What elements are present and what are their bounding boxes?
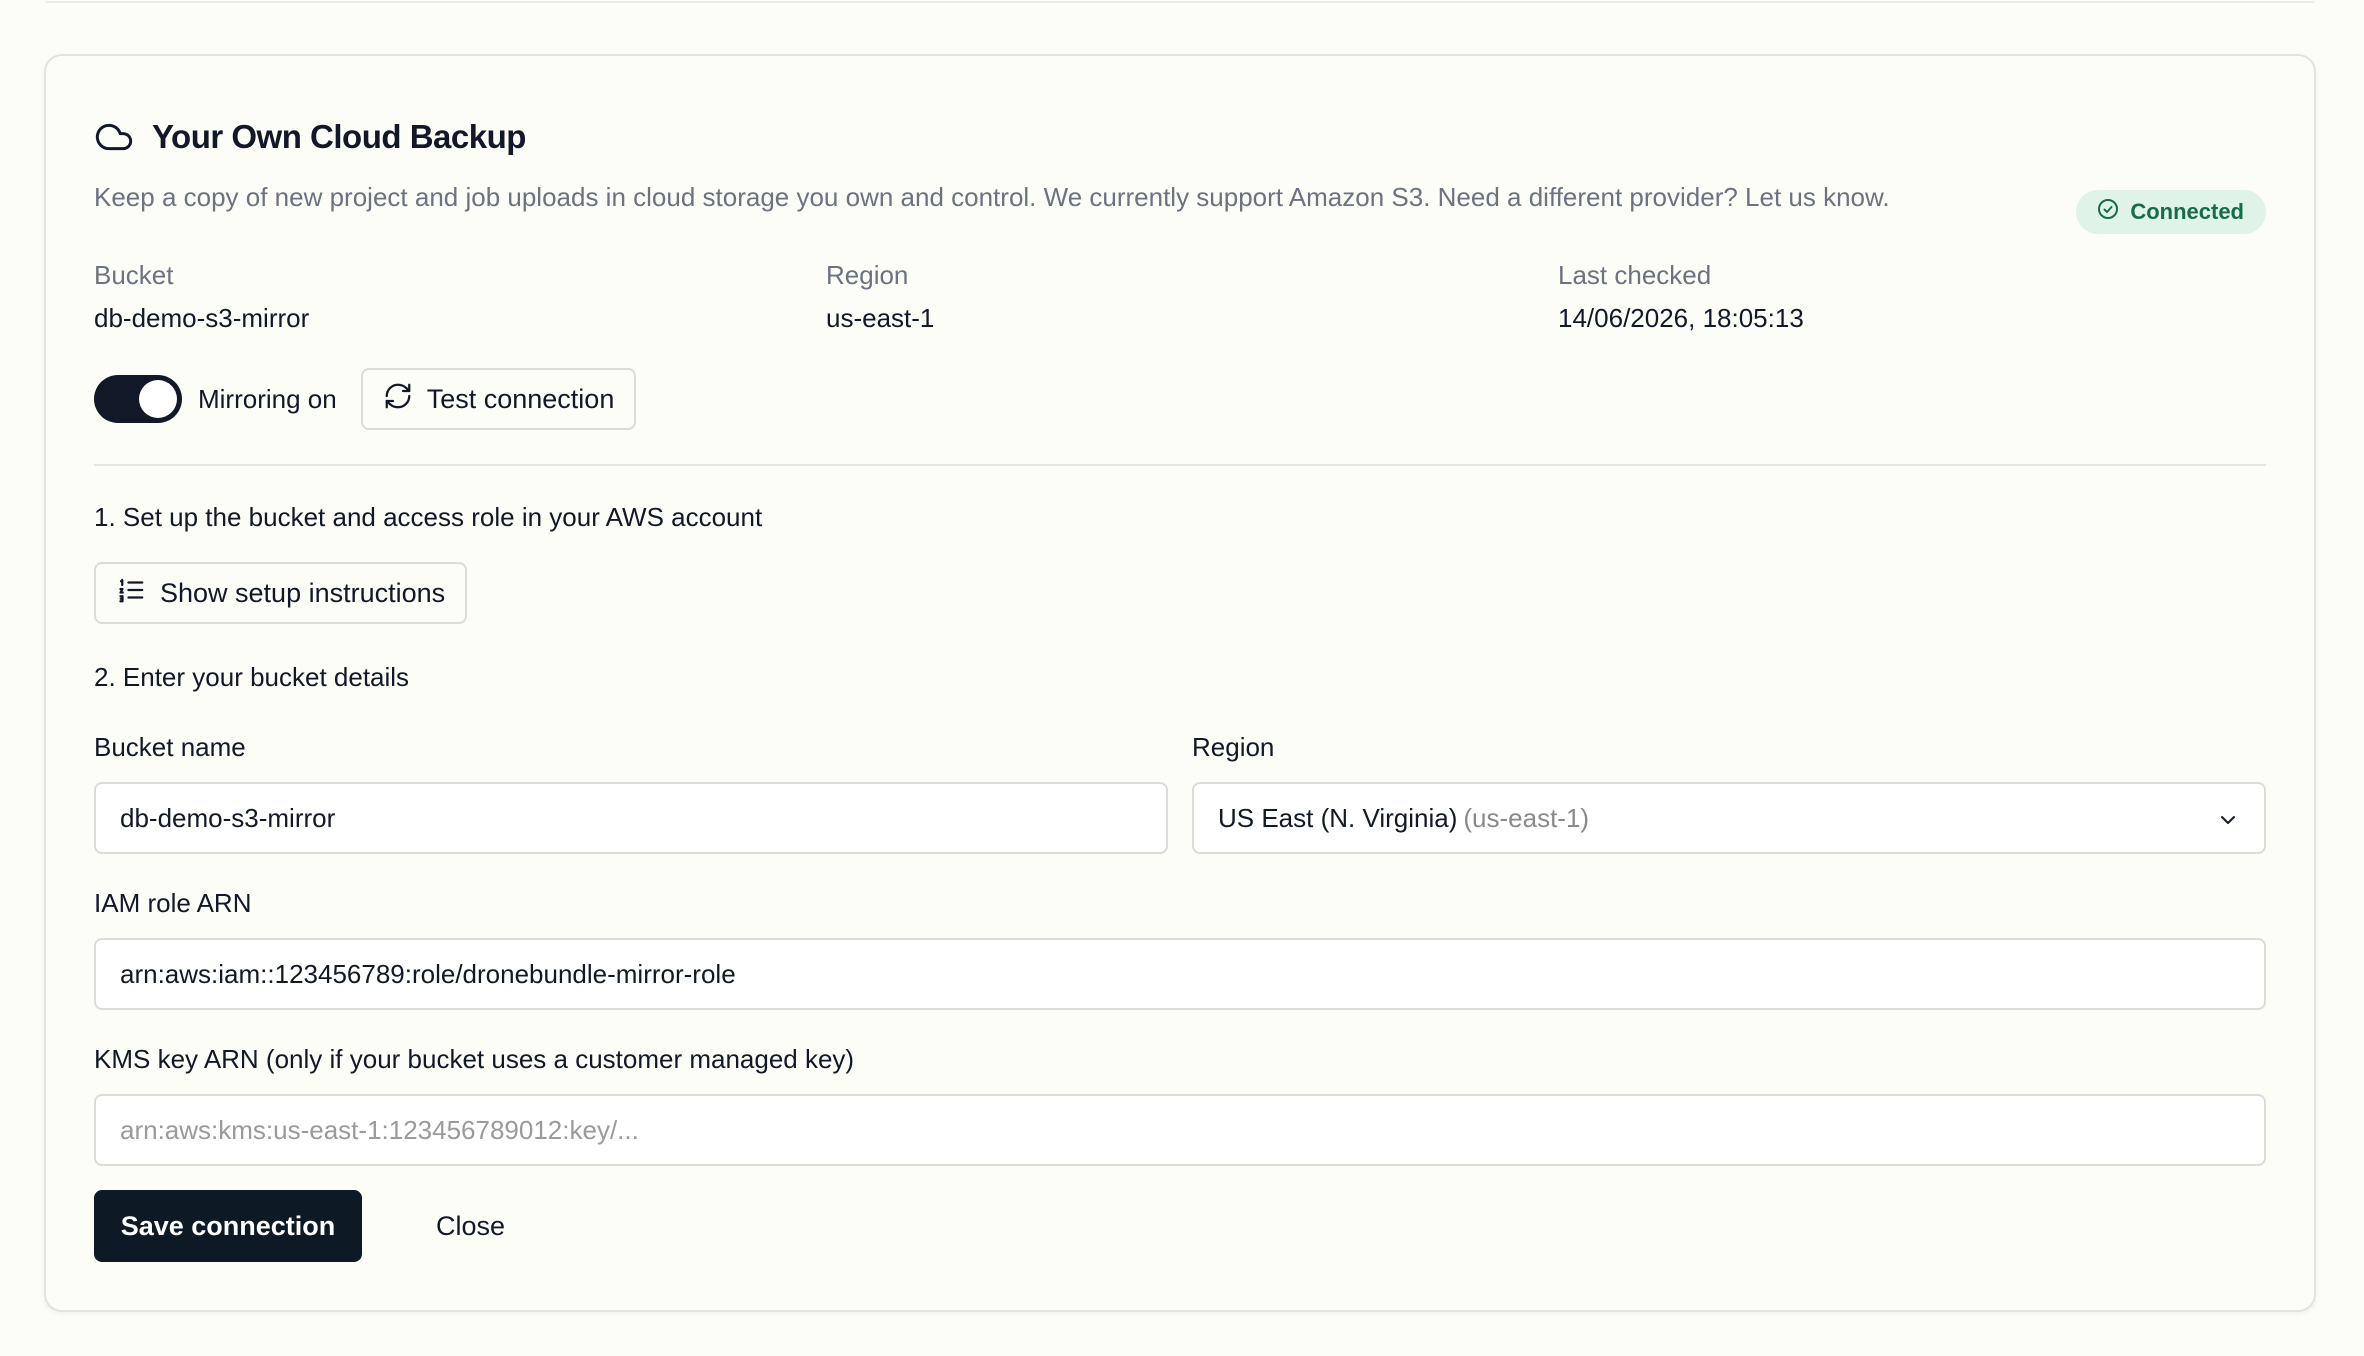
show-setup-instructions-label: Show setup instructions: [160, 577, 446, 608]
step2-heading: 2. Enter your bucket details: [94, 662, 410, 692]
summary-bucket-label: Bucket: [94, 260, 174, 290]
connection-actions: Mirroring on Test connection: [94, 368, 637, 430]
region-selected-name: US East (N. Virginia): [1218, 802, 1458, 833]
bucket-name-label: Bucket name: [94, 732, 246, 762]
summary-region: Region us-east-1: [826, 260, 934, 334]
kms-key-label: KMS key ARN (only if your bucket uses a …: [94, 1044, 855, 1074]
summary-bucket: Bucket db-demo-s3-mirror: [94, 260, 309, 334]
status-badge-label: Connected: [2130, 199, 2244, 224]
bucket-name-input[interactable]: db-demo-s3-mirror: [94, 782, 1168, 854]
summary-last-checked-value: 14/06/2026, 18:05:13: [1558, 303, 1804, 333]
kms-key-placeholder: arn:aws:kms:us-east-1:123456789012:key/.…: [120, 1114, 639, 1145]
card-title: Your Own Cloud Backup: [152, 118, 526, 155]
region-label: Region: [1192, 732, 1275, 762]
mirroring-toggle[interactable]: [94, 375, 182, 423]
summary-region-label: Region: [826, 260, 909, 290]
iam-role-input[interactable]: arn:aws:iam::123456789:role/dronebundle-…: [94, 938, 2266, 1010]
region-selected-code: (us-east-1): [1463, 802, 1590, 833]
summary-last-checked: Last checked 14/06/2026, 18:05:13: [1558, 260, 1804, 334]
cloud-backup-card: Your Own Cloud Backup Keep a copy of new…: [44, 54, 2316, 1312]
region-select[interactable]: US East (N. Virginia) (us-east-1): [1192, 782, 2266, 854]
summary-bucket-value: db-demo-s3-mirror: [94, 303, 310, 333]
chevron-down-icon: [2216, 808, 2240, 839]
cloud-icon: [94, 117, 134, 157]
iam-role-label: IAM role ARN: [94, 888, 252, 918]
iam-role-value: arn:aws:iam::123456789:role/dronebundle-…: [120, 958, 736, 989]
connection-summary: Bucket db-demo-s3-mirror Region us-east-…: [94, 260, 2266, 340]
title-row: Your Own Cloud Backup: [94, 112, 2266, 162]
step1-heading: 1. Set up the bucket and access role in …: [94, 502, 763, 532]
mirroring-label: Mirroring on: [198, 383, 337, 414]
card-description: Keep a copy of new project and job uploa…: [94, 182, 1890, 212]
check-circle-icon: [2096, 197, 2120, 227]
show-setup-instructions-button[interactable]: Show setup instructions: [94, 562, 468, 624]
close-button[interactable]: Close: [416, 1190, 525, 1262]
summary-region-value: us-east-1: [826, 303, 935, 333]
save-connection-button[interactable]: Save connection: [94, 1190, 362, 1262]
bucket-name-value: db-demo-s3-mirror: [120, 802, 336, 833]
test-connection-label: Test connection: [426, 383, 615, 414]
status-badge: Connected: [2076, 190, 2266, 234]
summary-last-checked-label: Last checked: [1558, 260, 1712, 290]
list-ordered-icon: [116, 575, 146, 612]
kms-key-input[interactable]: arn:aws:kms:us-east-1:123456789012:key/.…: [94, 1094, 2266, 1166]
toggle-knob: [139, 380, 177, 418]
card-header: Your Own Cloud Backup Keep a copy of new…: [94, 112, 2266, 234]
section-divider: [94, 464, 2266, 466]
refresh-icon: [383, 381, 413, 418]
test-connection-button[interactable]: Test connection: [360, 368, 637, 430]
previous-card-edge: [45, 0, 2315, 3]
